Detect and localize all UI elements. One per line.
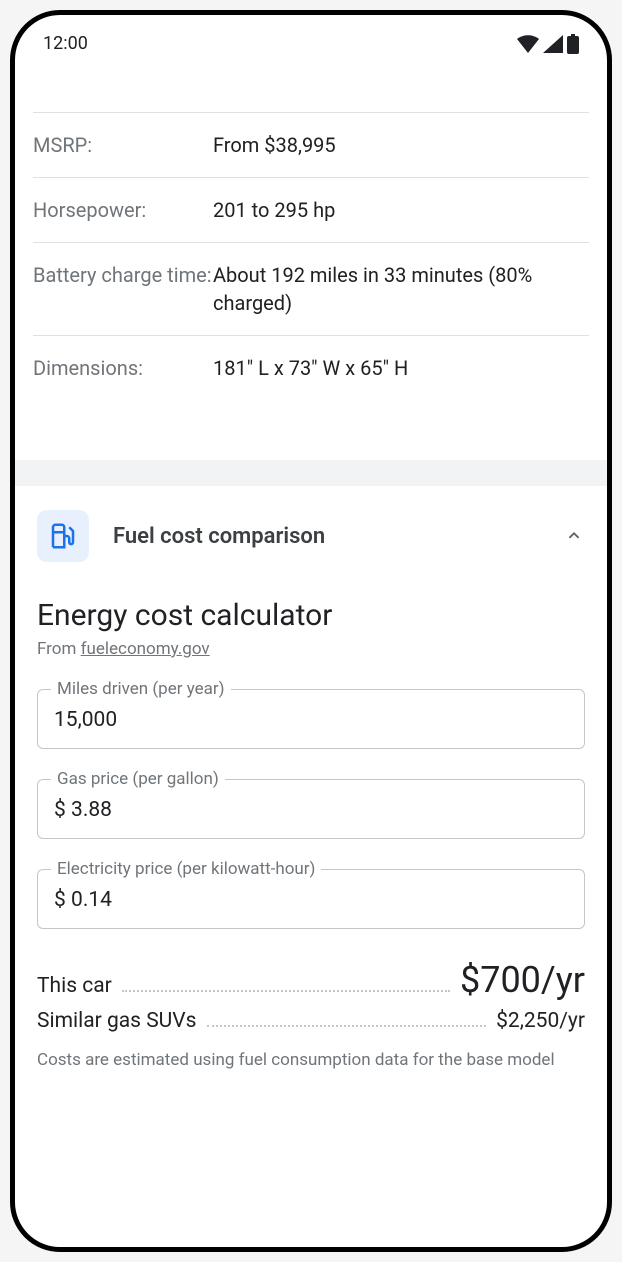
fuel-icon-box — [37, 510, 89, 562]
input-group-miles: Miles driven (per year) — [37, 689, 585, 749]
result-dots — [122, 990, 450, 992]
chevron-up-icon — [563, 525, 585, 547]
source-link[interactable]: fueleconomy.gov — [81, 639, 210, 659]
fuel-pump-icon — [48, 521, 78, 551]
spec-row-horsepower: Horsepower: 201 to 295 hp — [33, 177, 589, 242]
status-time: 12:00 — [43, 33, 88, 54]
from-prefix: From — [37, 639, 81, 659]
spec-row-battery: Battery charge time: About 192 miles in … — [33, 242, 589, 335]
phone-frame: 12:00 MSRP: From $38,995 Horsepower: 201… — [10, 10, 612, 1252]
spec-value: From $38,995 — [213, 131, 589, 159]
status-icons — [517, 34, 579, 54]
signal-icon — [543, 35, 563, 53]
wifi-icon — [517, 35, 539, 53]
spec-value: 181" L x 73" W x 65" H — [213, 354, 589, 382]
spec-section: MSRP: From $38,995 Horsepower: 201 to 29… — [15, 62, 607, 400]
electricity-label: Electricity price (per kilowatt-hour) — [51, 859, 321, 879]
fuel-cost-section: Fuel cost comparison Energy cost calcula… — [15, 486, 607, 1073]
spec-row-dimensions: Dimensions: 181" L x 73" W x 65" H — [33, 335, 589, 400]
spec-value: 201 to 295 hp — [213, 196, 589, 224]
spec-value: About 192 miles in 33 minutes (80% charg… — [213, 261, 589, 317]
battery-icon — [567, 34, 579, 54]
result-similar-suvs: Similar gas SUVs $2,250/yr — [37, 1009, 585, 1033]
spec-label: Battery charge time: — [33, 261, 213, 289]
result-value: $2,250/yr — [496, 1009, 585, 1033]
result-label: Similar gas SUVs — [37, 1009, 197, 1033]
calculator-source: From fueleconomy.gov — [37, 639, 585, 659]
miles-label: Miles driven (per year) — [51, 679, 231, 699]
fuel-header-title: Fuel cost comparison — [113, 524, 539, 549]
spec-row-msrp: MSRP: From $38,995 — [33, 112, 589, 177]
section-divider — [15, 460, 607, 486]
spec-label: Dimensions: — [33, 354, 213, 382]
result-value: $700/yr — [460, 959, 585, 1001]
spec-label: Horsepower: — [33, 196, 213, 224]
status-bar: 12:00 — [15, 15, 607, 62]
spec-label: MSRP: — [33, 131, 213, 159]
result-note: Costs are estimated using fuel consumpti… — [37, 1049, 585, 1073]
input-group-gas: Gas price (per gallon) — [37, 779, 585, 839]
result-this-car: This car $700/yr — [37, 959, 585, 1001]
result-label: This car — [37, 974, 112, 998]
gas-label: Gas price (per gallon) — [51, 769, 225, 789]
fuel-header[interactable]: Fuel cost comparison — [37, 510, 585, 562]
input-group-electricity: Electricity price (per kilowatt-hour) — [37, 869, 585, 929]
calculator-title: Energy cost calculator — [37, 598, 585, 633]
result-dots — [207, 1025, 487, 1027]
content-area[interactable]: MSRP: From $38,995 Horsepower: 201 to 29… — [15, 62, 607, 1073]
